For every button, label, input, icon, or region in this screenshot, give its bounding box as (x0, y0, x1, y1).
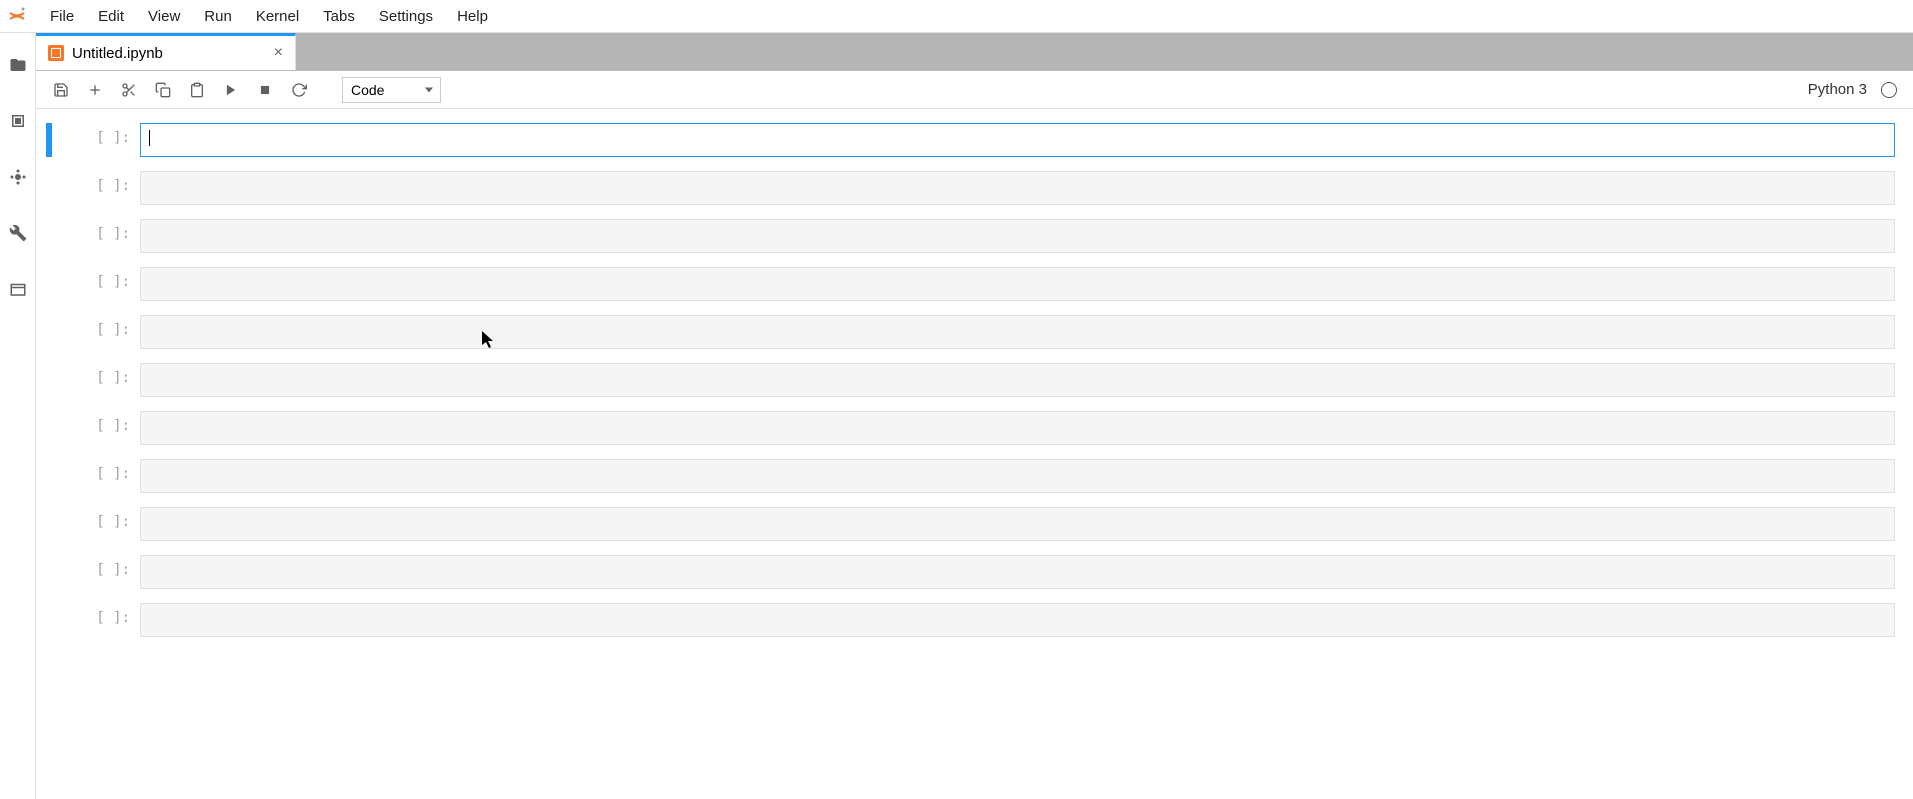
menu-bar: File Edit View Run Kernel Tabs Settings … (0, 0, 1913, 33)
cell-select-bar (46, 603, 52, 637)
tabs-icon[interactable] (8, 279, 28, 299)
build-tools-icon[interactable] (8, 223, 28, 243)
input-prompt: [ ]: (58, 171, 140, 205)
menu-edit[interactable]: Edit (86, 2, 136, 31)
input-prompt: [ ]: (58, 603, 140, 637)
code-cell[interactable]: [ ]: (46, 459, 1895, 493)
copy-button[interactable] (148, 75, 178, 105)
restart-button[interactable] (284, 75, 314, 105)
cell-select-bar (46, 363, 52, 397)
input-prompt: [ ]: (58, 267, 140, 301)
cell-select-bar (46, 459, 52, 493)
menu-tabs[interactable]: Tabs (311, 2, 367, 31)
cell-select-bar (46, 123, 52, 157)
save-button[interactable] (46, 75, 76, 105)
kernel-name[interactable]: Python 3 (1808, 81, 1867, 98)
cell-type-select[interactable]: CodeMarkdownRaw (342, 77, 441, 103)
insert-cell-button[interactable] (80, 75, 110, 105)
cell-input[interactable] (140, 123, 1895, 157)
cell-select-bar (46, 315, 52, 349)
input-prompt: [ ]: (58, 219, 140, 253)
menu-settings[interactable]: Settings (367, 2, 445, 31)
code-cell[interactable]: [ ]: (46, 603, 1895, 637)
input-prompt: [ ]: (58, 507, 140, 541)
menu-kernel[interactable]: Kernel (244, 2, 311, 31)
cut-button[interactable] (114, 75, 144, 105)
menu-file[interactable]: File (38, 2, 86, 31)
cell-input[interactable] (140, 219, 1895, 253)
paste-button[interactable] (182, 75, 212, 105)
code-cell[interactable]: [ ]: (46, 171, 1895, 205)
tab-title: Untitled.ipynb (72, 45, 163, 62)
notebook-icon (48, 45, 64, 61)
cell-select-bar (46, 171, 52, 205)
cell-input[interactable] (140, 363, 1895, 397)
cell-input[interactable] (140, 315, 1895, 349)
code-cell[interactable]: [ ]: (46, 267, 1895, 301)
notebook-toolbar: CodeMarkdownRaw Python 3 (36, 71, 1913, 109)
code-cell[interactable]: [ ]: (46, 363, 1895, 397)
input-prompt: [ ]: (58, 123, 140, 157)
menu-run[interactable]: Run (192, 2, 244, 31)
interrupt-button[interactable] (250, 75, 280, 105)
code-cell[interactable]: [ ]: (46, 507, 1895, 541)
menu-view[interactable]: View (136, 2, 192, 31)
cell-input[interactable] (140, 171, 1895, 205)
cell-input[interactable] (140, 267, 1895, 301)
run-button[interactable] (216, 75, 246, 105)
code-cell[interactable]: [ ]: (46, 411, 1895, 445)
cell-input[interactable] (140, 411, 1895, 445)
commands-icon[interactable] (8, 167, 28, 187)
cell-select-bar (46, 555, 52, 589)
activity-bar (0, 33, 36, 799)
input-prompt: [ ]: (58, 555, 140, 589)
tab-bar: Untitled.ipynb × (36, 33, 1913, 71)
cell-select-bar (46, 411, 52, 445)
cell-select-bar (46, 507, 52, 541)
cell-input[interactable] (140, 507, 1895, 541)
code-cell[interactable]: [ ]: (46, 315, 1895, 349)
close-icon[interactable]: × (274, 44, 283, 62)
cell-select-bar (46, 219, 52, 253)
cell-select-bar (46, 267, 52, 301)
input-prompt: [ ]: (58, 411, 140, 445)
input-prompt: [ ]: (58, 459, 140, 493)
cell-input[interactable] (140, 555, 1895, 589)
text-cursor (149, 130, 150, 146)
cell-input[interactable] (140, 459, 1895, 493)
running-terminals-icon[interactable] (8, 111, 28, 131)
jupyter-logo-icon (6, 5, 28, 27)
cell-input[interactable] (140, 603, 1895, 637)
code-cell[interactable]: [ ]: (46, 555, 1895, 589)
code-cell[interactable]: [ ]: (46, 219, 1895, 253)
kernel-status-icon[interactable] (1881, 82, 1897, 98)
folder-icon[interactable] (8, 55, 28, 75)
input-prompt: [ ]: (58, 363, 140, 397)
notebook-area[interactable]: [ ]: [ ]: [ ]: [ ]: [ ]: [ ]: [ ]: [ ]: [ ]: [ ]:… (36, 109, 1913, 799)
input-prompt: [ ]: (58, 315, 140, 349)
tab-untitled[interactable]: Untitled.ipynb × (36, 33, 296, 70)
code-cell[interactable]: [ ]: (46, 123, 1895, 157)
menu-help[interactable]: Help (445, 2, 500, 31)
